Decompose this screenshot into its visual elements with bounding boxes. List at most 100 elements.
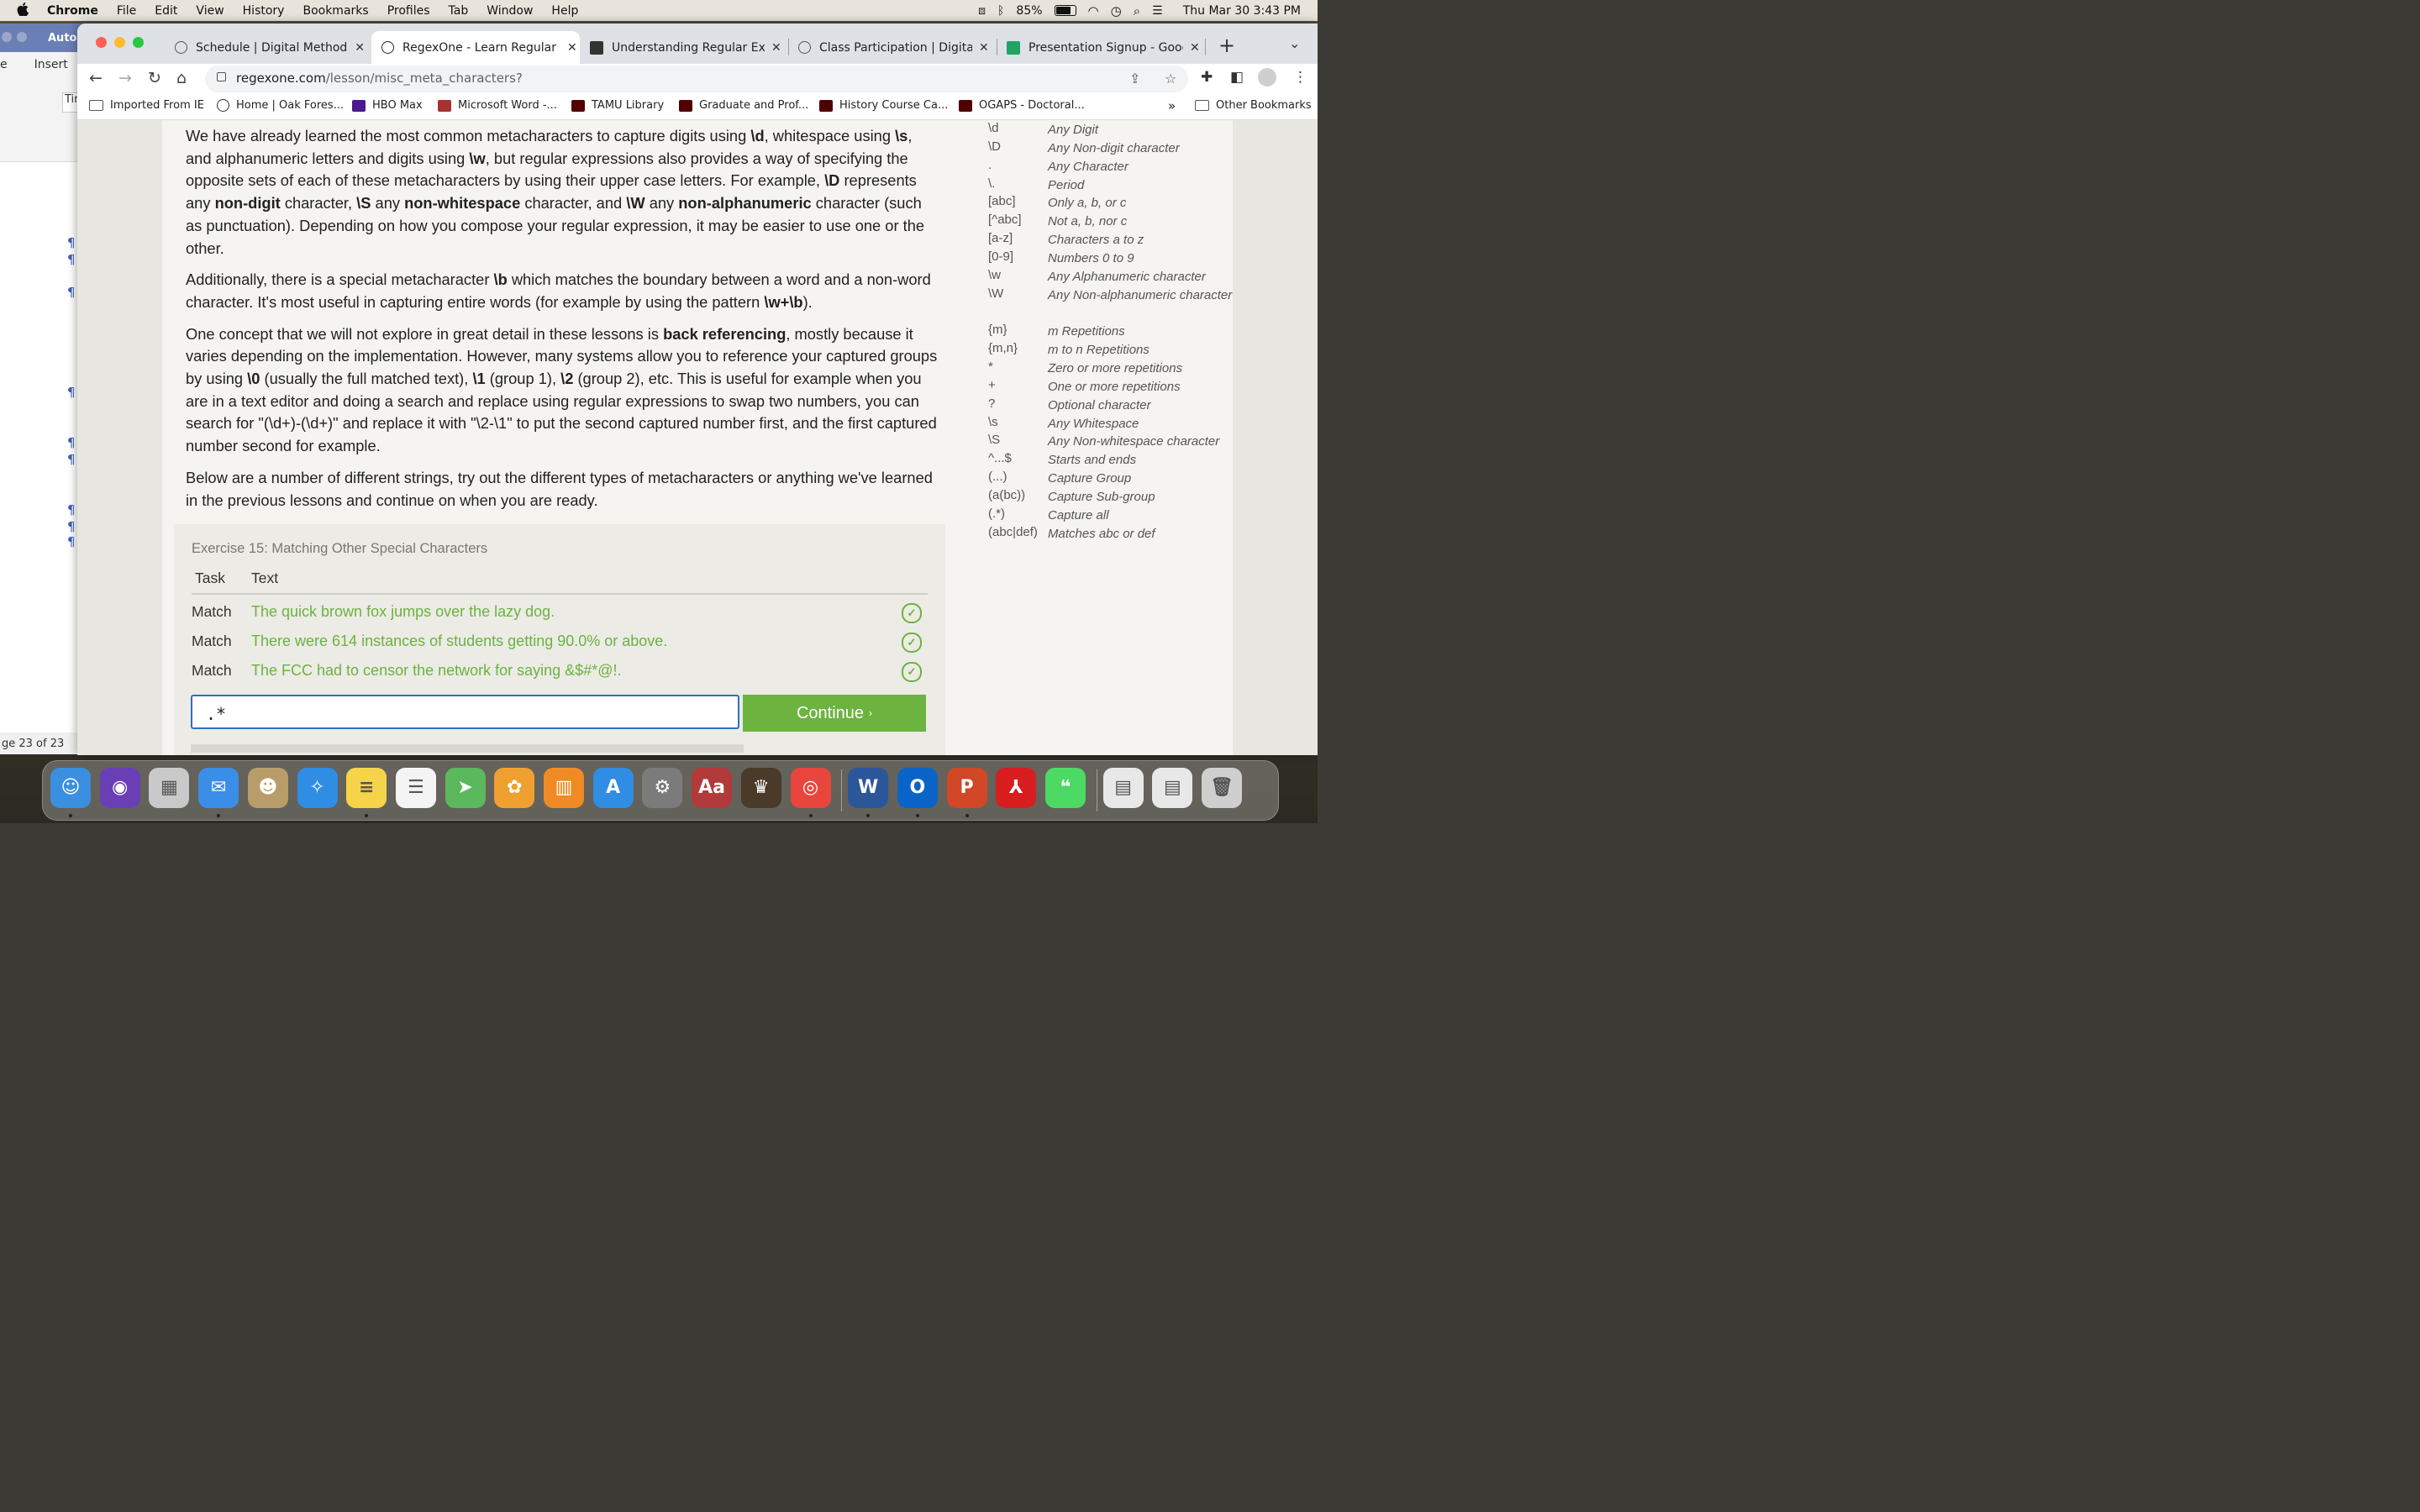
- messages-icon[interactable]: ❝: [1045, 768, 1086, 808]
- notes-icon[interactable]: ≡: [346, 768, 387, 808]
- bookmark-tamu-library[interactable]: TAMU Library: [571, 99, 664, 112]
- forward-arrow-icon[interactable]: →: [118, 69, 132, 87]
- tab-separator: [1205, 39, 1206, 55]
- bookmark-oak-forest[interactable]: Home | Oak Fores...: [217, 99, 344, 112]
- dictionary-icon[interactable]: Aa: [692, 768, 733, 808]
- menu-edit[interactable]: Edit: [155, 4, 177, 18]
- lesson-bold-term: \1: [472, 370, 486, 388]
- battery-icon[interactable]: [1054, 5, 1076, 16]
- lock-icon[interactable]: [217, 72, 226, 81]
- tab-regexone[interactable]: RegexOne - Learn Regular Ex ✕: [371, 31, 580, 64]
- outlook-icon[interactable]: O: [897, 768, 938, 808]
- powerpoint-icon[interactable]: P: [946, 768, 987, 808]
- time-machine-icon[interactable]: ◷: [1111, 3, 1122, 18]
- cheatsheet-description: Capture Sub-group: [1048, 490, 1155, 504]
- share-icon[interactable]: ⇪: [1129, 71, 1140, 87]
- profile-avatar-icon[interactable]: [1258, 68, 1276, 87]
- bookmark-star-icon[interactable]: ☆: [1165, 71, 1176, 87]
- chrome-window: Schedule | Digital Methods fo ✕ RegexOne…: [77, 24, 1318, 755]
- menu-help[interactable]: Help: [551, 4, 578, 18]
- wifi-icon[interactable]: ◠: [1088, 3, 1099, 18]
- chrome-menu-kebab-icon[interactable]: ⋮: [1293, 69, 1307, 86]
- mail-icon[interactable]: ✉: [198, 768, 239, 808]
- tab-class-participation[interactable]: Class Participation | Digital M ✕: [788, 31, 997, 64]
- photos-icon[interactable]: ✿: [494, 768, 535, 808]
- test-string: The FCC had to censor the network for sa…: [251, 662, 622, 679]
- tab-understanding-regex[interactable]: Understanding Regular Expre ✕: [580, 31, 788, 64]
- bookmark-history-course[interactable]: History Course Ca...: [819, 99, 948, 112]
- menubar-clock[interactable]: Thu Mar 30 3:43 PM: [1183, 4, 1301, 18]
- bookmark-hbo-max[interactable]: HBO Max: [352, 99, 423, 112]
- menu-tab[interactable]: Tab: [449, 4, 469, 18]
- test-string: The quick brown fox jumps over the lazy …: [251, 603, 555, 620]
- bookmark-ogaps[interactable]: OGAPS - Doctoral...: [959, 99, 1085, 112]
- lesson-bold-term: \D: [824, 171, 840, 190]
- tab-schedule[interactable]: Schedule | Digital Methods fo ✕: [165, 31, 366, 64]
- app-store-icon[interactable]: A: [592, 768, 634, 808]
- trash-icon[interactable]: 🗑: [1202, 768, 1243, 808]
- menu-chrome[interactable]: Chrome: [47, 4, 98, 18]
- lesson-text-run: character,: [280, 194, 357, 213]
- back-arrow-icon[interactable]: ←: [89, 69, 103, 87]
- menu-window[interactable]: Window: [487, 4, 533, 18]
- safari-icon[interactable]: ✧: [297, 768, 338, 808]
- word-doc-thumb-1-icon[interactable]: ▤: [1102, 768, 1144, 808]
- word-tab-home[interactable]: e: [0, 58, 8, 71]
- siri-icon[interactable]: ◉: [99, 768, 140, 808]
- control-center-icon[interactable]: ☰: [1152, 4, 1163, 18]
- tamu-logo-icon: [819, 99, 833, 112]
- lesson-bold-term: non-whitespace: [404, 194, 521, 213]
- word-icon[interactable]: W: [848, 768, 889, 808]
- zoom-window-button[interactable]: [133, 37, 144, 48]
- minimize-window-button[interactable]: [114, 37, 125, 48]
- close-window-button[interactable]: [96, 37, 107, 48]
- close-tab-icon[interactable]: ✕: [355, 41, 366, 55]
- finder-icon[interactable]: ☺: [50, 768, 91, 808]
- extensions-puzzle-icon[interactable]: ✚: [1201, 69, 1213, 86]
- menu-bookmarks[interactable]: Bookmarks: [302, 4, 368, 18]
- word-tab-insert[interactable]: Insert: [34, 58, 68, 71]
- close-tab-icon[interactable]: ✕: [1190, 41, 1202, 55]
- word-window-controls[interactable]: [2, 32, 32, 45]
- maps-icon[interactable]: ➤: [445, 768, 486, 808]
- word-doc-thumb-2-icon[interactable]: ▤: [1152, 768, 1193, 808]
- spotlight-search-icon[interactable]: ⌕: [1134, 3, 1140, 18]
- word-window-background[interactable]: AutoS e Insert Tir ¶ ¶ ¶ ¶ ¶ ¶ ¶ ¶ ¶ ge …: [0, 24, 87, 754]
- bluetooth-icon[interactable]: ᛒ: [997, 4, 1004, 18]
- chrome-icon[interactable]: ◎: [790, 768, 831, 808]
- tab-presentation-signup[interactable]: Presentation Signup - Google ✕: [997, 31, 1205, 64]
- system-settings-icon[interactable]: ⚙: [642, 768, 683, 808]
- side-panel-icon[interactable]: ◧: [1230, 69, 1244, 86]
- regex-answer-input[interactable]: .*: [191, 695, 739, 729]
- reminders-icon[interactable]: ☰: [395, 768, 436, 808]
- new-tab-icon[interactable]: +: [1218, 34, 1235, 57]
- close-tab-icon[interactable]: ✕: [771, 41, 783, 55]
- acrobat-icon[interactable]: ⅄: [996, 768, 1037, 808]
- tab-search-chevron-icon[interactable]: ⌄: [1289, 35, 1300, 51]
- cheatsheet-symbol: (a(bc)): [988, 488, 1026, 502]
- apple-menu-icon[interactable]: [17, 2, 32, 19]
- close-tab-icon[interactable]: ✕: [979, 41, 991, 55]
- bookmarks-overflow-icon[interactable]: »: [1168, 98, 1176, 113]
- bookmark-imported-from-ie[interactable]: Imported From IE: [89, 99, 204, 112]
- home-icon[interactable]: ⌂: [176, 69, 187, 87]
- menu-view[interactable]: View: [196, 4, 224, 18]
- url-text[interactable]: regexone.com/lesson/misc_meta_characters…: [236, 71, 523, 86]
- launchpad-icon[interactable]: ▦: [149, 768, 190, 808]
- close-tab-icon[interactable]: ✕: [567, 41, 579, 55]
- dropbox-status-icon[interactable]: ⧈: [978, 4, 986, 18]
- reload-icon[interactable]: ↻: [148, 69, 161, 87]
- bookmark-other-bookmarks[interactable]: Other Bookmarks: [1195, 99, 1312, 112]
- menu-file[interactable]: File: [117, 4, 136, 18]
- bookmark-graduate-prof[interactable]: Graduate and Prof...: [679, 99, 808, 112]
- menu-history[interactable]: History: [243, 4, 285, 18]
- books-icon[interactable]: ▥: [544, 768, 584, 808]
- contacts-icon[interactable]: ☻: [247, 768, 288, 808]
- menu-profiles[interactable]: Profiles: [387, 4, 430, 18]
- address-bar[interactable]: regexone.com/lesson/misc_meta_characters…: [205, 66, 1188, 92]
- cheatsheet-description: Period: [1048, 177, 1085, 192]
- word-page-count: ge 23 of 23: [2, 737, 65, 750]
- bookmark-microsoft-word[interactable]: Microsoft Word -...: [438, 99, 557, 112]
- medieval-game-icon[interactable]: ♛: [740, 768, 781, 808]
- continue-button[interactable]: Continue ›: [743, 695, 926, 732]
